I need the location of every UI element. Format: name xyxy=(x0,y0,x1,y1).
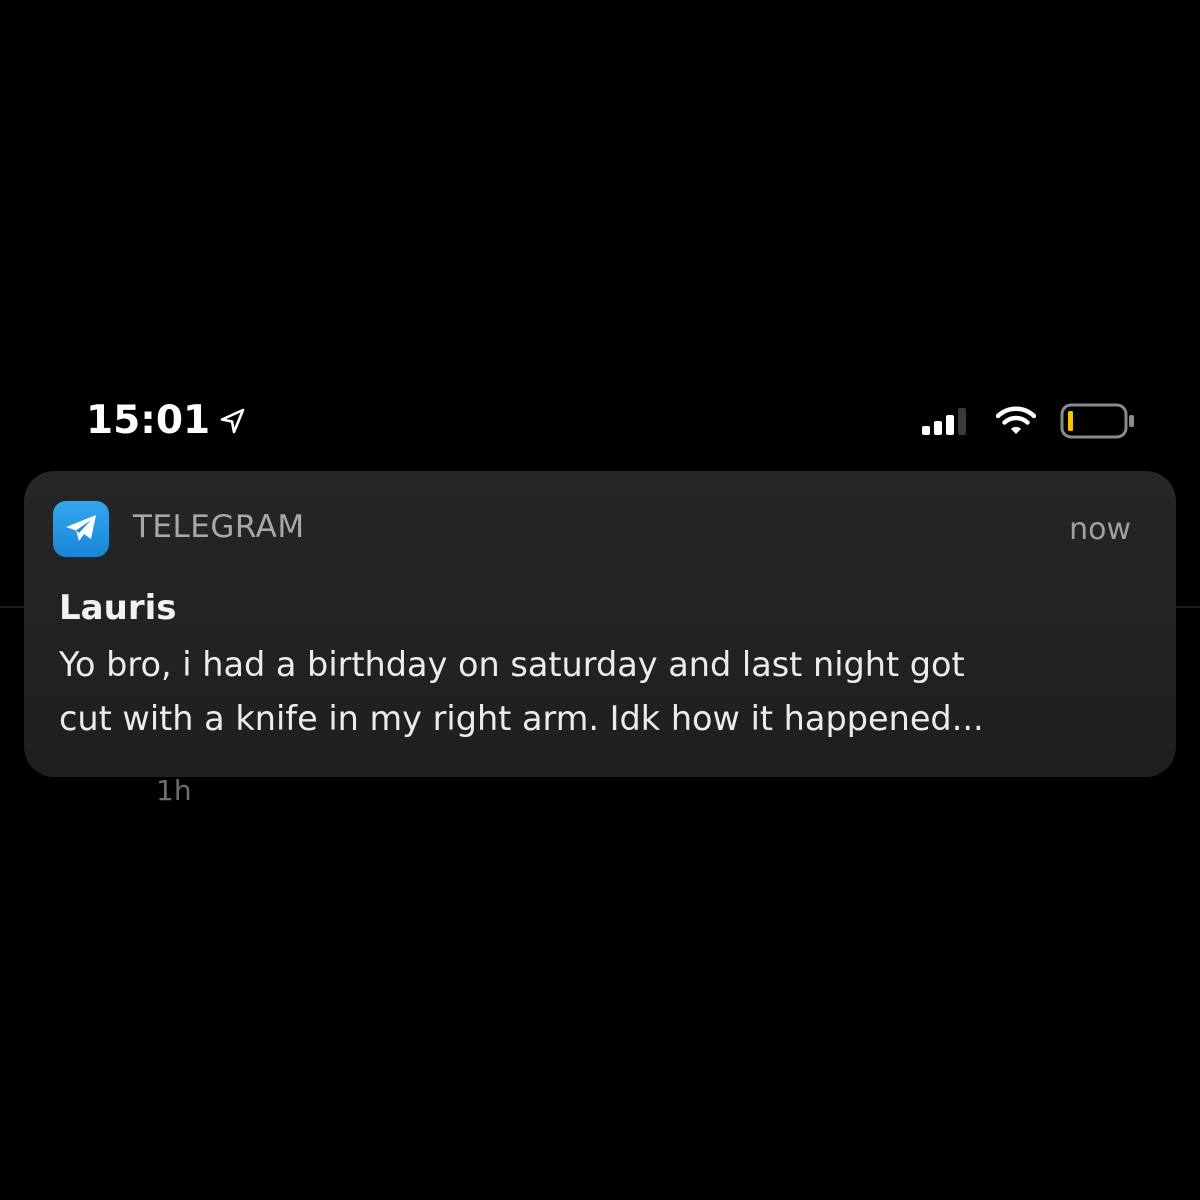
battery-low-icon xyxy=(1060,403,1134,439)
message-preview: Yo bro, i had a birthday on saturday and… xyxy=(59,645,984,738)
paper-plane-icon xyxy=(66,515,96,541)
wifi-icon xyxy=(996,406,1036,434)
status-bar: 15:01 xyxy=(0,395,1200,447)
status-time-group: 15:01 xyxy=(86,395,248,447)
location-arrow-icon xyxy=(220,408,245,434)
telegram-notification[interactable]: TELEGRAM now Lauris Yo bro, i had a birt… xyxy=(24,471,1176,777)
background-divider-left xyxy=(0,606,24,608)
background-divider-right xyxy=(1176,606,1200,608)
status-icons xyxy=(922,395,1136,447)
cellular-signal-icon xyxy=(922,408,966,435)
app-name: TELEGRAM xyxy=(133,509,305,545)
sender-name: Lauris xyxy=(59,588,177,628)
telegram-icon xyxy=(53,501,109,557)
notification-time: now xyxy=(1069,512,1131,547)
older-notification-time: 1h xyxy=(156,774,192,807)
status-time: 15:01 xyxy=(86,398,211,443)
